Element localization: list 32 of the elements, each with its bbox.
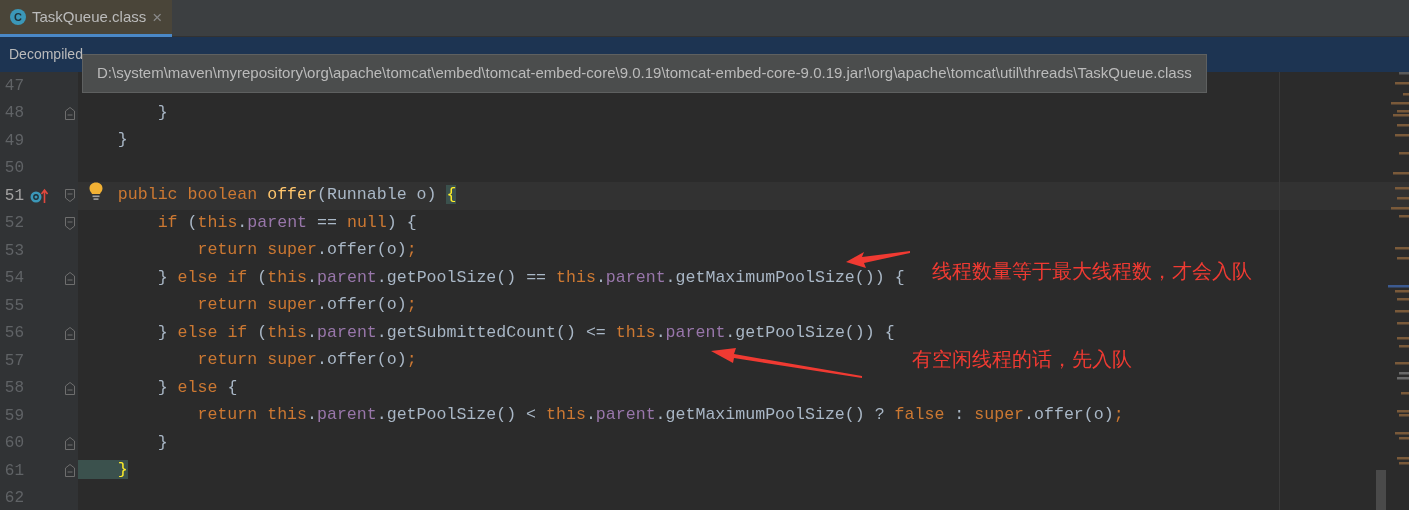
line-number: 51	[3, 185, 24, 207]
file-path-tooltip: D:\system\maven\myrepository\org\apache\tomcat\embed\tomcat-embed-core\9.0.19\tomcat-embed-core-9.0.19.jar!\org\apache\tomcat\util\threads\TaskQueue.class	[82, 54, 1207, 93]
override-icon[interactable]	[30, 188, 48, 204]
unfold-icon[interactable]	[64, 380, 76, 396]
unfold-icon[interactable]	[64, 435, 76, 451]
close-icon[interactable]: ×	[152, 8, 163, 26]
code-line: return this.parent.getPoolSize() < this.parent.getMaximumPoolSize() ? false : super.offer(o);	[196, 404, 1124, 427]
unfold-icon[interactable]	[64, 325, 76, 341]
annotation-arrow	[846, 251, 910, 268]
code-line: return super.offer(o);	[196, 349, 417, 372]
code-line: }	[116, 129, 128, 152]
fold-icon[interactable]	[64, 188, 76, 203]
code-line: } else if (this.parent.getPoolSize() == this.parent.getMaximumPoolSize()) {	[156, 266, 905, 289]
code-line: if (this.parent == null) {	[156, 211, 417, 234]
lightbulb-icon[interactable]	[89, 182, 103, 201]
fold-icon[interactable]	[64, 215, 76, 231]
code-line: } else {	[156, 376, 238, 399]
banner-text: Decompiled	[9, 45, 83, 64]
code-line: }	[156, 431, 168, 454]
annotation-text: 线程数量等于最大线程数，才会入队	[932, 258, 1252, 285]
code-line: return super.offer(o);	[196, 239, 417, 262]
code-line: return super.offer(o);	[196, 294, 417, 317]
code-line: }	[156, 101, 168, 124]
class-file-icon: C	[10, 9, 26, 25]
code-line: public boolean offer(Runnable o) {	[116, 184, 457, 207]
unfold-icon[interactable]	[64, 270, 76, 286]
unfold-icon[interactable]	[64, 463, 76, 478]
editor-tab[interactable]: C TaskQueue.class ×	[0, 0, 173, 37]
code-line: } else if (this.parent.getSubmittedCount() <= this.parent.getPoolSize()) {	[156, 321, 895, 344]
annotation-text: 有空闲线程的话，先入队	[912, 346, 1132, 373]
scrollbar-thumb[interactable]	[1376, 470, 1386, 510]
unfold-icon[interactable]	[64, 105, 76, 121]
